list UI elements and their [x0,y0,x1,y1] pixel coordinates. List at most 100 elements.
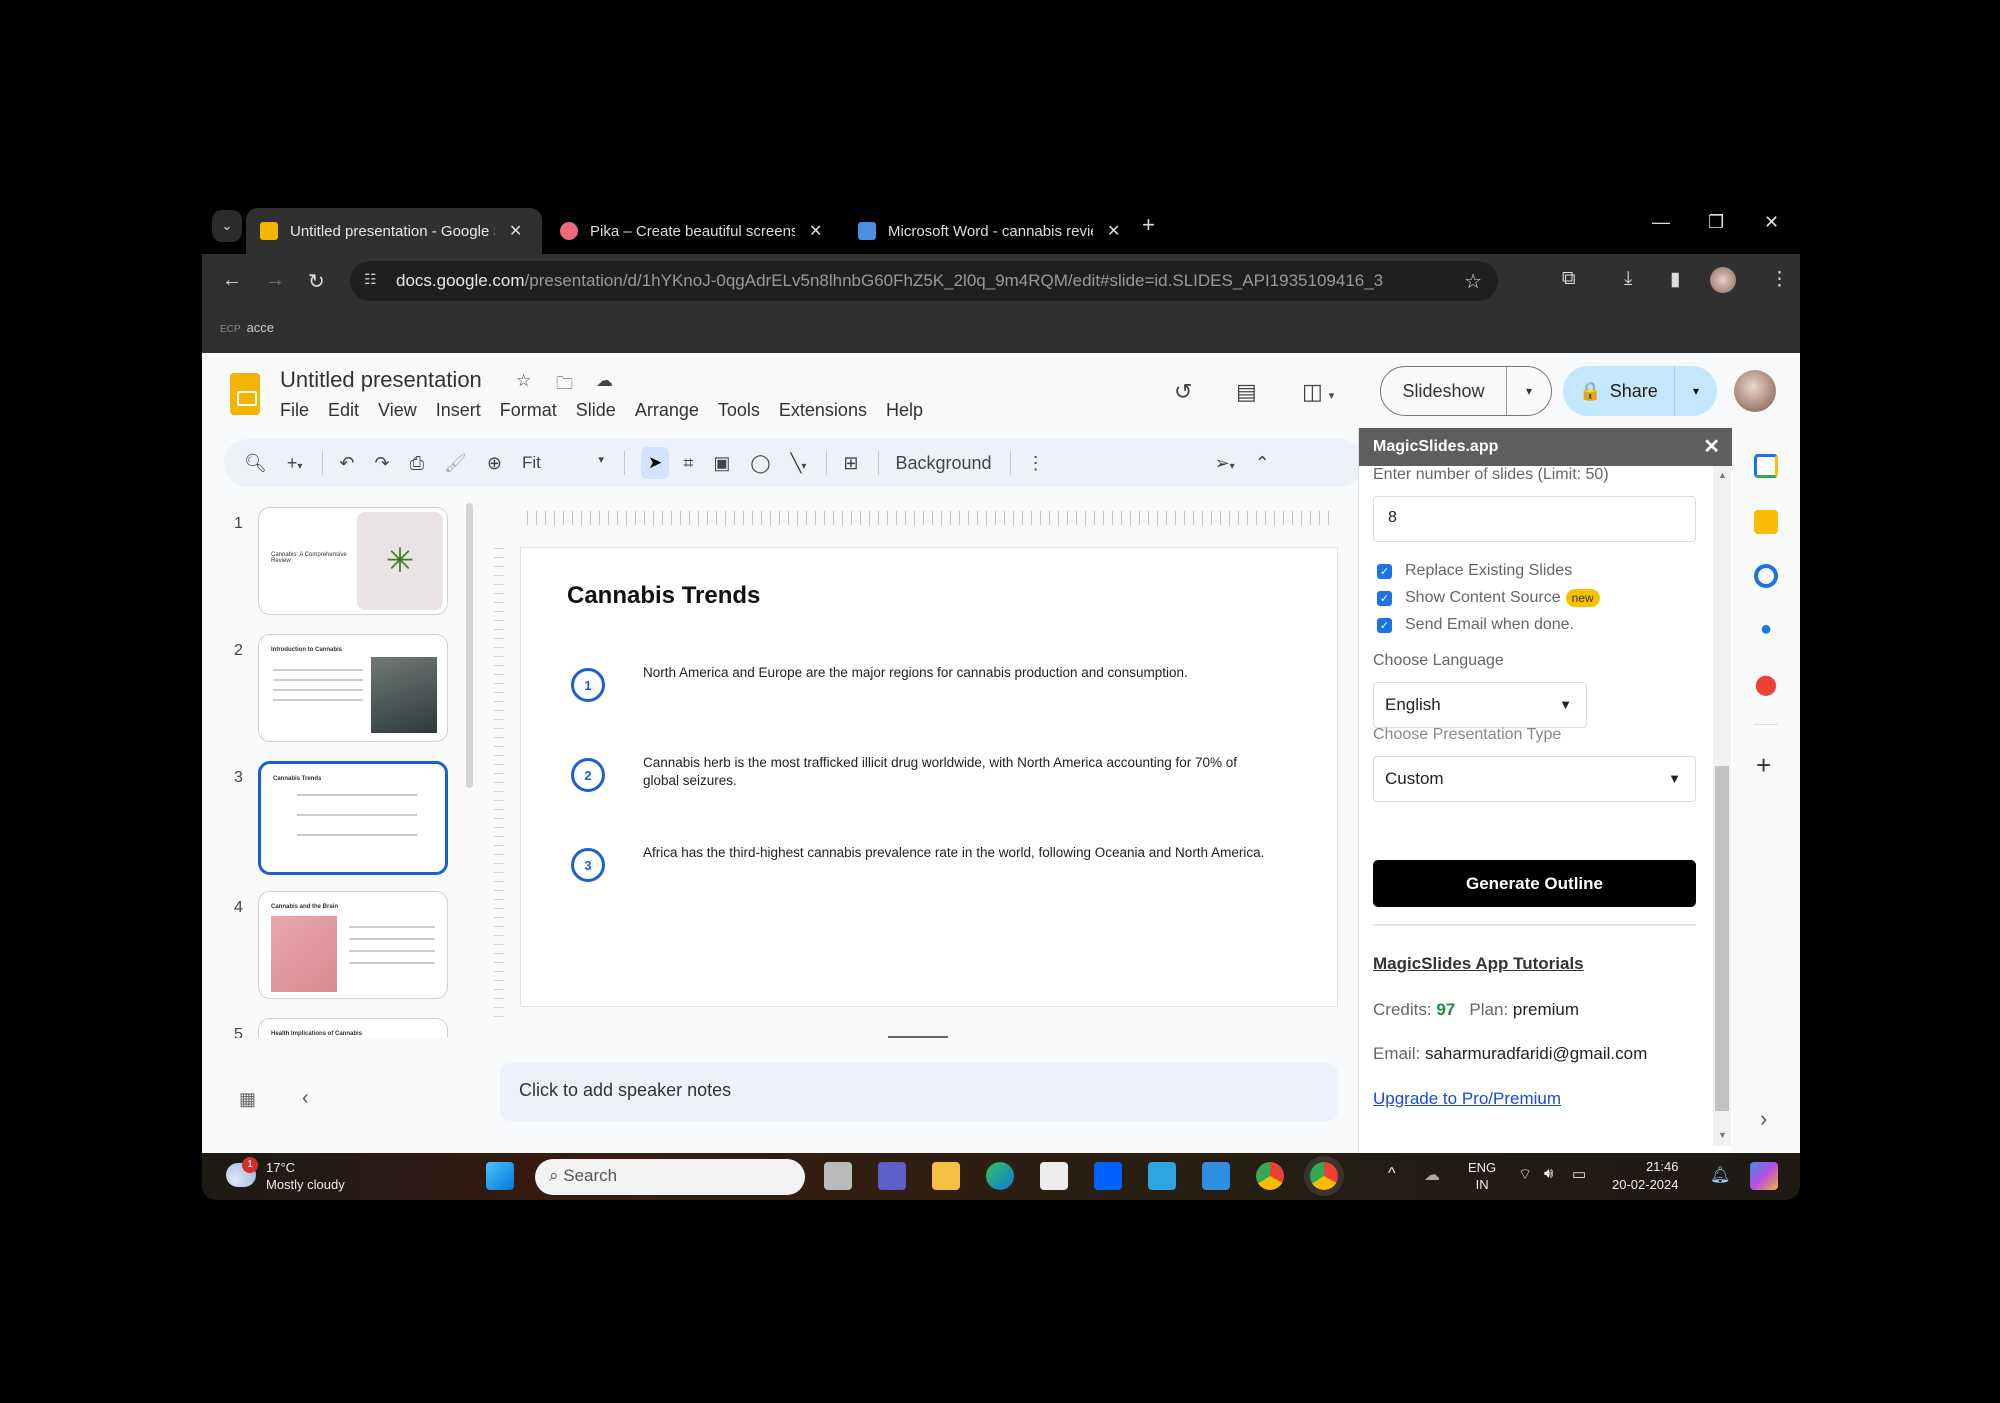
background-button[interactable]: Background [895,453,991,474]
scroll-down-icon[interactable]: ▼ [1718,1130,1727,1140]
upgrade-link[interactable]: Upgrade to Pro/Premium [1373,1089,1561,1109]
copilot-icon[interactable] [1750,1162,1778,1190]
generate-outline-button[interactable]: Generate Outline [1373,860,1696,907]
share-button[interactable]: 🔒 Share ▾ [1563,366,1717,416]
share-main[interactable]: 🔒 Share [1563,366,1675,416]
search-menus-icon[interactable]: 🔍︎ [244,453,267,474]
slide-canvas[interactable]: Cannabis Trends 1 North America and Euro… [520,547,1338,1007]
slides-logo-icon[interactable] [230,373,260,415]
zoom-select[interactable]: Fit ▾ [522,453,604,473]
speaker-notes[interactable]: Click to add speaker notes [500,1063,1338,1121]
paint-format-icon[interactable]: 🖌︎ [444,453,467,474]
maps-icon[interactable]: ⬤ [1754,672,1778,696]
side-panel-icon[interactable]: ▮ [1670,268,1680,291]
menu-tools[interactable]: Tools [718,400,760,421]
extensions-icon[interactable]: ⧉ [1562,268,1576,290]
expand-rail-icon[interactable]: › [1760,1106,1767,1132]
minimize-icon[interactable]: — [1652,212,1670,233]
download-icon[interactable]: ⤓ [1624,268,1632,290]
site-settings-icon[interactable]: ☷ [364,271,384,291]
replace-slides-checkbox[interactable]: ✓ Replace Existing Slides [1377,562,1572,580]
tab-slides[interactable]: Untitled presentation - Google S ✕ [246,208,542,254]
chrome-icon[interactable] [1256,1162,1284,1190]
show-hidden-icons[interactable]: ^ [1388,1165,1396,1183]
grid-view-icon[interactable]: ▦ [239,1089,256,1110]
meet-icon[interactable]: ◫ ▾ [1302,379,1334,405]
teams-icon[interactable] [878,1162,906,1190]
profile-avatar[interactable] [1710,267,1736,293]
chrome-active-icon[interactable] [1310,1162,1338,1190]
notes-resize-handle[interactable] [888,1036,948,1038]
mail-icon[interactable] [1202,1162,1230,1190]
comments-icon[interactable]: ▤ [1236,379,1257,405]
menu-edit[interactable]: Edit [328,400,359,421]
menu-format[interactable]: Format [500,400,557,421]
edge-icon[interactable] [986,1162,1014,1190]
scroll-up-icon[interactable]: ▲ [1718,470,1727,480]
slide-title[interactable]: Cannabis Trends [567,582,760,610]
contacts-icon[interactable]: ● [1754,618,1778,642]
onedrive-icon[interactable]: ☁ [1424,1165,1440,1185]
add-comment-icon[interactable]: ⊞ [843,453,858,474]
system-clock[interactable]: 21:46 20-02-2024 [1612,1158,1679,1194]
menu-extensions[interactable]: Extensions [779,400,867,421]
collapse-toolbar-icon[interactable]: ⌃ [1255,453,1270,474]
send-email-checkbox[interactable]: ✓ Send Email when done. [1377,616,1574,634]
task-view-icon[interactable] [824,1162,852,1190]
slideshow-button[interactable]: Slideshow ▾ [1380,366,1552,416]
language-select[interactable]: English ▼ [1373,682,1587,728]
account-avatar[interactable] [1734,370,1776,412]
tab-word[interactable]: Microsoft Word - cannabis revie ✕ [844,208,1140,254]
menu-slide[interactable]: Slide [576,400,616,421]
menu-insert[interactable]: Insert [436,400,481,421]
menu-help[interactable]: Help [886,400,923,421]
zoom-icon[interactable]: ⊕ [487,453,502,474]
wifi-icon[interactable]: ⌔ [1518,1165,1532,1184]
undo-icon[interactable]: ↶ [339,453,354,474]
dropbox-icon[interactable] [1094,1162,1122,1190]
scrollbar-thumb[interactable] [1715,766,1729,1111]
add-addon-icon[interactable]: + [1756,750,1771,781]
tab-pika[interactable]: Pika – Create beautiful screensh ✕ [546,208,842,254]
bookmark-item[interactable]: acce [247,320,274,335]
move-folder-icon[interactable]: 🗀 [556,371,573,400]
version-history-icon[interactable]: ↺ [1174,379,1192,405]
store-icon[interactable] [1040,1162,1068,1190]
panel-scrollbar[interactable]: ▲ ▼ [1713,466,1731,1146]
cloud-saved-icon[interactable]: ☁ [596,371,613,391]
restore-icon[interactable]: ❐ [1708,212,1724,233]
star-icon[interactable]: ☆ [516,371,531,391]
close-window-icon[interactable]: ✕ [1764,212,1779,233]
keep-icon[interactable] [1754,510,1778,534]
shape-icon[interactable]: ◯ [750,453,770,474]
collapse-filmstrip-icon[interactable]: ‹ [302,1087,309,1110]
presentation-type-select[interactable]: Custom ▼ [1373,756,1696,802]
input-language[interactable]: ENG IN [1468,1159,1496,1193]
print-icon[interactable]: ⎙ [410,453,424,474]
close-tab-icon[interactable]: ✕ [509,221,522,241]
slide-thumbnail[interactable]: Cannabis: A Comprehensive Review ✳ [258,507,448,615]
forward-icon[interactable]: → [265,269,285,292]
slide-thumbnail[interactable]: Cannabis and the Brain [258,891,448,999]
notifications-icon[interactable]: 🔔︎ [1710,1165,1730,1185]
line-icon[interactable]: ╲▾ [791,453,807,474]
tab-search-button[interactable]: ⌄ [212,210,242,242]
image-icon[interactable]: ▣ [713,453,730,474]
num-slides-input[interactable]: 8 [1373,496,1696,542]
close-panel-icon[interactable]: ✕ [1703,434,1720,459]
slideshow-dropdown-icon[interactable]: ▾ [1507,384,1551,398]
app-icon[interactable] [1148,1162,1176,1190]
document-title[interactable]: Untitled presentation [280,367,482,393]
slide-thumbnail[interactable]: Cannabis Trends [258,761,448,875]
menu-arrange[interactable]: Arrange [635,400,699,421]
checkbox-checked-icon[interactable]: ✓ [1377,590,1392,606]
share-dropdown-icon[interactable]: ▾ [1675,384,1717,398]
new-slide-icon[interactable]: +▾ [287,453,303,474]
start-button-icon[interactable] [486,1162,514,1190]
menu-file[interactable]: File [280,400,309,421]
weather-widget[interactable]: 17°C Mostly cloudy [266,1159,345,1193]
text-box-icon[interactable]: ⌗ [683,453,693,474]
show-source-checkbox[interactable]: ✓ Show Content Source new [1377,589,1600,607]
calendar-icon[interactable] [1754,454,1778,478]
more-menu-icon[interactable]: ⋮ [1770,268,1789,291]
